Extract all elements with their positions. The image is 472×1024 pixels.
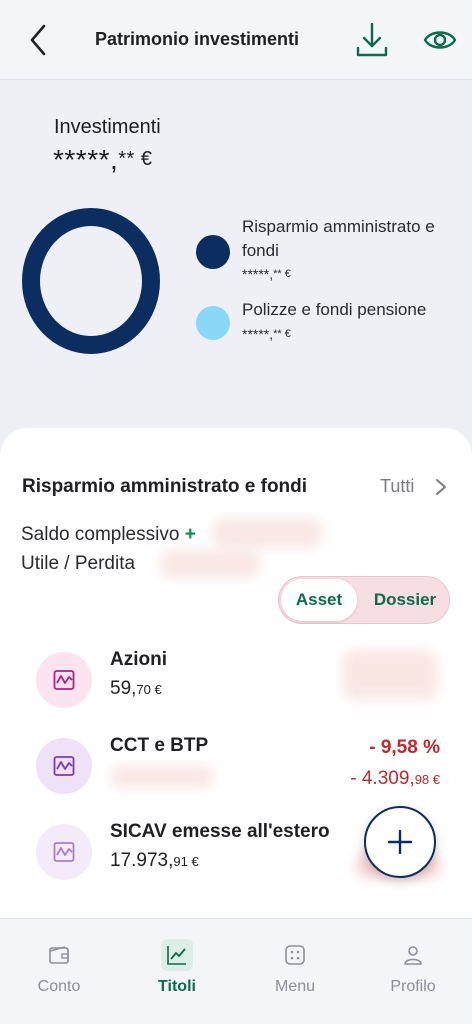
top-app-bar: Patrimonio investimenti <box>0 0 472 80</box>
chart-wave-icon <box>53 842 75 862</box>
view-toggle: Asset Dossier <box>278 576 450 624</box>
tab-icon-box <box>161 939 193 971</box>
tab-label-menu: Menu <box>274 978 316 995</box>
asset-name-azioni[interactable]: Azioni <box>110 649 167 671</box>
allocation-donut-chart <box>22 208 160 354</box>
wallet-icon <box>49 946 69 964</box>
chart-wave-icon <box>53 756 75 776</box>
tab-label-conto: Conto <box>37 978 81 995</box>
asset-value-sicav-decimals: 91 € <box>173 854 199 869</box>
asset-value-azioni-decimals: 70 € <box>136 682 162 697</box>
legend-value-polizze-decimals: ** € <box>273 328 291 340</box>
tab-profilo[interactable]: Profilo <box>354 919 472 1024</box>
download-icon <box>356 22 388 57</box>
legend-label-polizze: Polizze e fondi pensione <box>242 300 427 319</box>
legend-dot-polizze <box>196 306 230 340</box>
asset-delta-cct-btp-main: - 4.309, <box>350 768 415 789</box>
bottom-tab-bar: Conto Titoli Menu Profilo <box>0 918 472 1024</box>
asset-icon-sicav[interactable] <box>36 824 92 880</box>
line-chart-icon <box>167 946 186 965</box>
toggle-asset[interactable]: Asset <box>281 579 357 621</box>
saldo-label: Saldo complessivo <box>21 524 180 545</box>
asset-delta-cct-btp: - 4.309,98 € <box>350 768 440 790</box>
asset-value-azioni-main: 59, <box>110 678 137 699</box>
asset-icon-azioni[interactable] <box>36 652 92 708</box>
blurred-value <box>212 518 322 548</box>
investments-total-main: *****, <box>53 144 119 175</box>
utile-perdita-label: Utile / Perdita <box>21 553 136 574</box>
asset-value-sicav-main: 17.973, <box>110 850 174 871</box>
tab-icon-box <box>279 939 311 971</box>
tab-menu[interactable]: Menu <box>236 919 354 1024</box>
chevron-left-icon <box>30 24 46 56</box>
legend-dot-risparmio <box>196 235 230 269</box>
asset-delta-cct-btp-decimals: 98 € <box>414 772 440 787</box>
toggle-dossier[interactable]: Dossier <box>361 579 449 621</box>
add-fab-button[interactable] <box>364 806 436 878</box>
back-button[interactable] <box>22 22 56 58</box>
asset-name-sicav[interactable]: SICAV emesse all'estero <box>110 821 330 843</box>
blurred-value <box>110 766 214 788</box>
saldo-complessivo: Saldo complessivo + <box>21 524 196 546</box>
investments-label: Investimenti <box>54 116 161 138</box>
page-title: Patrimonio investimenti <box>95 29 300 49</box>
asset-icon-cct-btp[interactable] <box>36 738 92 794</box>
grid-menu-icon <box>285 945 305 965</box>
blurred-value <box>342 650 438 700</box>
chart-wave-icon <box>53 670 75 690</box>
investments-total: *****,** € <box>53 144 153 176</box>
tab-icon-box <box>397 939 429 971</box>
chevron-right-icon[interactable] <box>434 477 448 497</box>
asset-name-cct-btp[interactable]: CCT e BTP <box>110 735 208 757</box>
toggle-visibility-button[interactable] <box>422 24 458 56</box>
user-icon <box>404 946 422 965</box>
blurred-value <box>160 550 260 578</box>
tab-label-profilo: Profilo <box>390 978 436 995</box>
plus-icon <box>388 830 412 854</box>
tab-conto[interactable]: Conto <box>0 919 118 1024</box>
legend-value-polizze-main: *****, <box>242 326 274 342</box>
legend-label-risparmio: Risparmio amministrato e fondi <box>242 217 435 260</box>
legend-value-risparmio-decimals: ** € <box>273 268 291 280</box>
asset-value-sicav: 17.973,91 € <box>110 850 199 872</box>
asset-perc-cct-btp: - 9,58 % <box>369 737 440 758</box>
legend-value-risparmio: *****,** € <box>242 266 291 282</box>
tab-titoli[interactable]: Titoli <box>118 919 236 1024</box>
asset-value-azioni: 59,70 € <box>110 678 162 700</box>
legend-value-polizze: *****,** € <box>242 326 291 342</box>
section-title: Risparmio amministrato e fondi <box>22 476 308 497</box>
download-button[interactable] <box>354 20 390 60</box>
see-all-link[interactable]: Tutti <box>380 476 414 497</box>
tab-label-titoli: Titoli <box>158 978 196 995</box>
tab-icon-box <box>43 939 75 971</box>
donut-segment-risparmio <box>22 208 160 354</box>
eye-icon <box>423 31 457 49</box>
legend-value-risparmio-main: *****, <box>242 266 274 282</box>
saldo-sign: + <box>184 524 196 545</box>
investments-total-decimals: ** € <box>118 148 153 170</box>
